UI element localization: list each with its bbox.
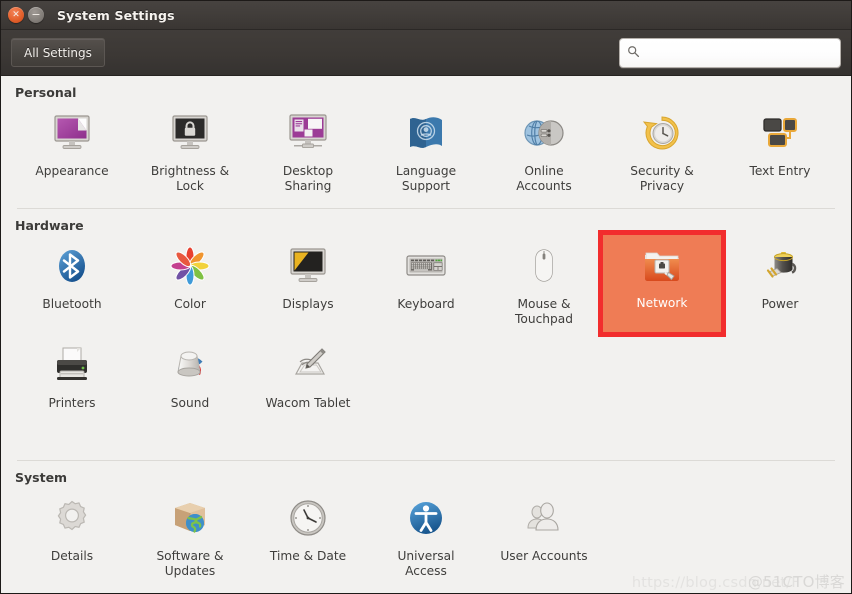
settings-item-sound[interactable]: Sound xyxy=(131,335,249,417)
settings-item-label: Power xyxy=(761,296,799,311)
settings-item-label: Displays xyxy=(282,296,334,311)
settings-item-color[interactable]: Color xyxy=(131,236,249,333)
software-updates-icon xyxy=(166,494,214,542)
grid-hardware-row1: Bluetooth Color Displays Keyboard Mouse … xyxy=(13,229,839,337)
settings-item-label: Desktop Sharing xyxy=(282,164,334,193)
color-icon xyxy=(166,242,214,290)
settings-item-software-updates[interactable]: Software & Updates xyxy=(131,488,249,585)
settings-item-language-support[interactable]: Language Support xyxy=(367,103,485,200)
displays-icon xyxy=(284,242,332,290)
grid-hardware-row2: Printers Sound Wacom Tablet xyxy=(13,335,839,417)
settings-item-network[interactable]: Network xyxy=(598,229,726,337)
search-icon xyxy=(627,43,640,62)
section-system: System Details Software & Updates Time &… xyxy=(13,461,839,585)
close-icon: ✕ xyxy=(12,9,20,20)
system-settings-window: ✕ − System Settings All Settings Persona… xyxy=(0,0,852,594)
section-title-personal: Personal xyxy=(15,85,77,100)
search-input[interactable] xyxy=(645,44,833,61)
settings-item-label: Time & Date xyxy=(269,549,347,564)
settings-item-universal-access[interactable]: Universal Access xyxy=(367,488,485,585)
bluetooth-icon xyxy=(48,242,96,290)
settings-item-user-accounts[interactable]: User Accounts xyxy=(485,488,603,585)
minimize-window-button[interactable]: − xyxy=(28,7,44,23)
mouse-touchpad-icon xyxy=(520,242,568,290)
settings-item-label: Appearance xyxy=(35,164,109,178)
section-personal: Personal Appearance Brightness & Lock De… xyxy=(13,76,839,209)
text-entry-icon xyxy=(756,109,804,157)
security-privacy-icon xyxy=(638,109,686,157)
keyboard-icon xyxy=(402,242,450,290)
grid-system: Details Software & Updates Time & Date U… xyxy=(13,488,839,585)
settings-item-mouse-touchpad[interactable]: Mouse & Touchpad xyxy=(485,236,603,333)
settings-item-label: User Accounts xyxy=(500,549,588,564)
network-icon xyxy=(638,241,686,289)
title-bar: ✕ − System Settings xyxy=(1,1,851,30)
desktop-sharing-icon xyxy=(284,109,332,157)
settings-content: Personal Appearance Brightness & Lock De… xyxy=(1,76,851,593)
time-date-icon xyxy=(284,494,332,542)
settings-item-label: Printers xyxy=(48,395,96,410)
settings-item-label: Keyboard xyxy=(397,296,455,311)
all-settings-button[interactable]: All Settings xyxy=(11,38,105,67)
grid-personal: Appearance Brightness & Lock Desktop Sha… xyxy=(13,103,839,200)
settings-item-label: Online Accounts xyxy=(516,164,572,193)
universal-access-icon xyxy=(402,494,450,542)
search-box[interactable] xyxy=(619,37,841,68)
settings-item-bluetooth[interactable]: Bluetooth xyxy=(13,236,131,333)
wacom-tablet-icon xyxy=(284,341,332,389)
language-support-icon xyxy=(402,109,450,157)
settings-item-brightness-lock[interactable]: Brightness & Lock xyxy=(131,103,249,200)
settings-item-label: Wacom Tablet xyxy=(265,395,351,410)
all-settings-label: All Settings xyxy=(24,45,92,60)
settings-item-label: Language Support xyxy=(395,164,457,193)
settings-item-label: Text Entry xyxy=(749,164,811,178)
window-title: System Settings xyxy=(57,7,175,23)
settings-item-text-entry[interactable]: Text Entry xyxy=(721,103,839,200)
settings-item-label: Mouse & Touchpad xyxy=(515,296,573,326)
settings-item-security-privacy[interactable]: Security & Privacy xyxy=(603,103,721,200)
toolbar: All Settings xyxy=(1,30,851,76)
settings-item-keyboard[interactable]: Keyboard xyxy=(367,236,485,333)
settings-item-desktop-sharing[interactable]: Desktop Sharing xyxy=(249,103,367,200)
settings-item-label: Network xyxy=(636,295,688,310)
settings-item-label: Bluetooth xyxy=(42,296,102,311)
settings-item-wacom-tablet[interactable]: Wacom Tablet xyxy=(249,335,367,417)
section-hardware: Hardware Bluetooth Color Displays Keyboa… xyxy=(13,209,839,462)
settings-item-label: Brightness & Lock xyxy=(150,164,230,193)
settings-item-label: Sound xyxy=(170,395,210,410)
power-icon xyxy=(756,242,804,290)
sound-icon xyxy=(166,341,214,389)
appearance-icon xyxy=(48,109,96,157)
user-accounts-icon xyxy=(520,494,568,542)
settings-item-printers[interactable]: Printers xyxy=(13,335,131,417)
settings-item-displays[interactable]: Displays xyxy=(249,236,367,333)
minimize-icon: − xyxy=(31,8,41,21)
section-title-system: System xyxy=(15,470,68,486)
printers-icon xyxy=(48,341,96,389)
settings-item-appearance[interactable]: Appearance xyxy=(13,103,131,200)
settings-item-label: Security & Privacy xyxy=(630,164,694,193)
settings-item-online-accounts[interactable]: Online Accounts xyxy=(485,103,603,200)
details-icon xyxy=(48,494,96,542)
close-window-button[interactable]: ✕ xyxy=(8,7,24,23)
settings-item-details[interactable]: Details xyxy=(13,488,131,585)
settings-item-power[interactable]: Power xyxy=(721,236,839,333)
brightness-lock-icon xyxy=(166,109,214,157)
settings-item-time-date[interactable]: Time & Date xyxy=(249,488,367,585)
settings-item-label: Color xyxy=(174,296,206,311)
online-accounts-icon xyxy=(520,109,568,157)
settings-item-label: Software & Updates xyxy=(156,549,224,579)
settings-item-label: Details xyxy=(50,549,94,564)
settings-item-label: Universal Access xyxy=(397,549,455,579)
